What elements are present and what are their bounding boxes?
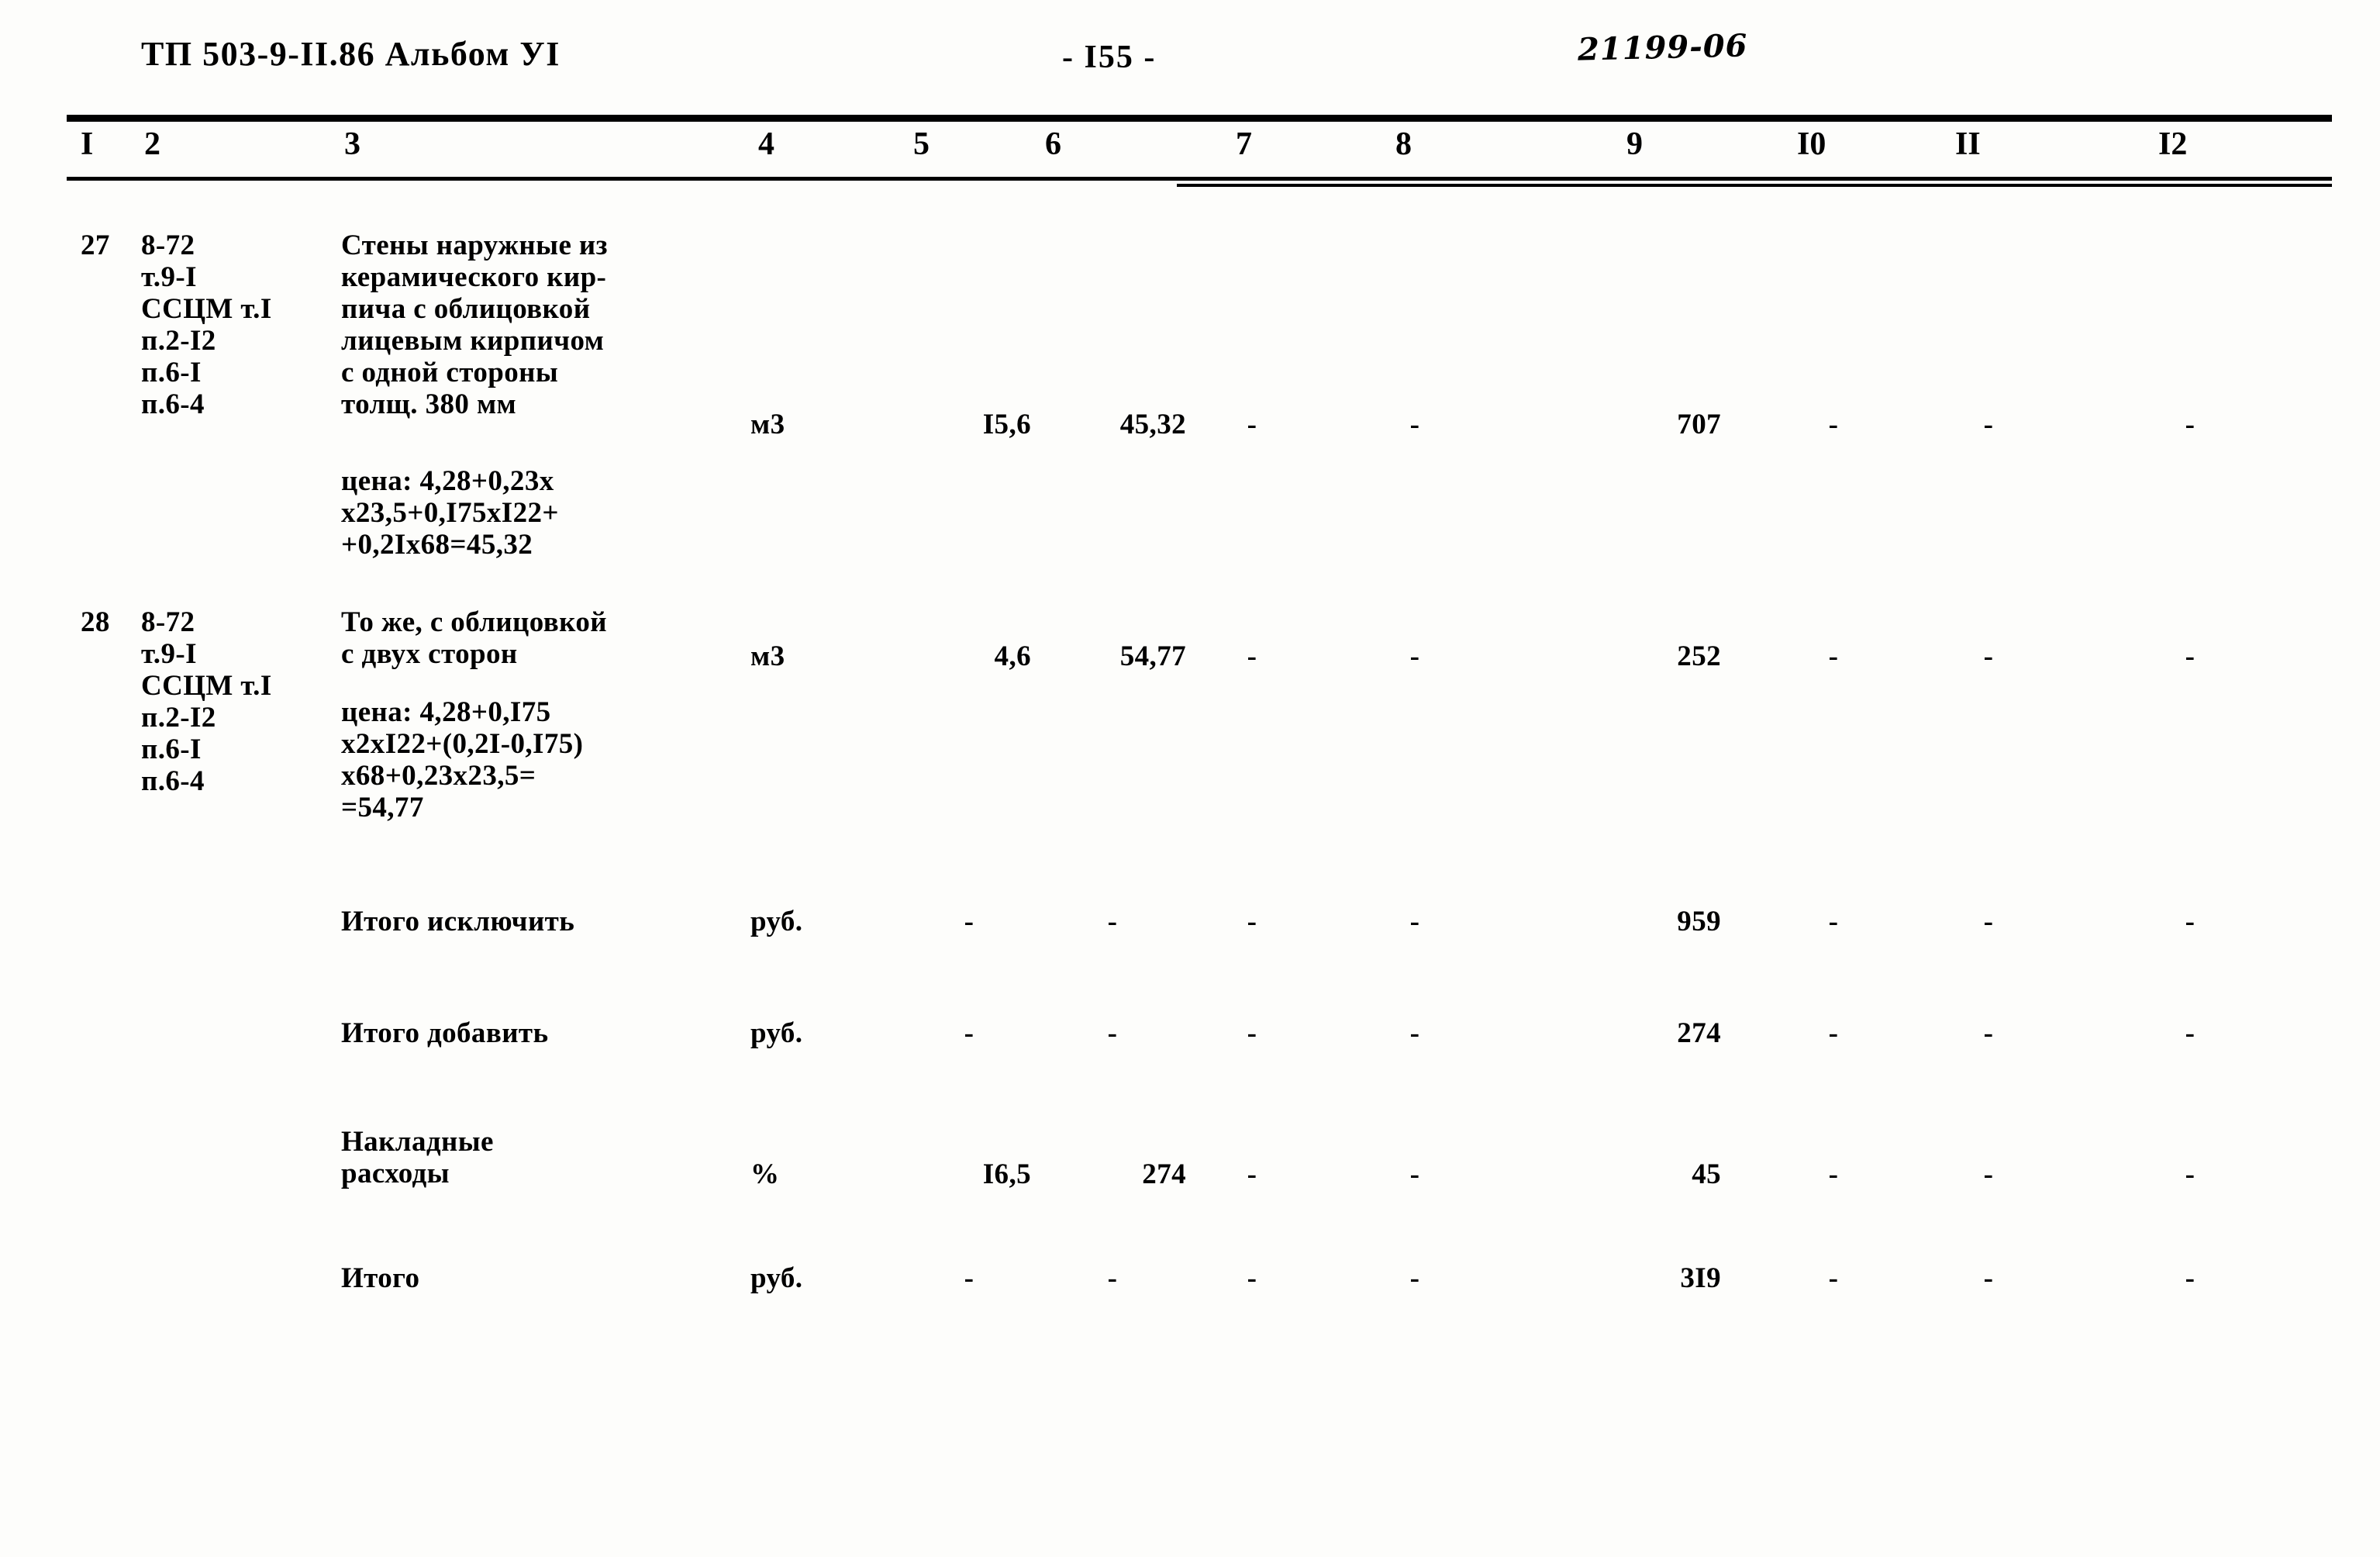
summary-col10: - (1828, 1262, 1839, 1294)
row-col7: - (1247, 409, 1257, 440)
summary-col11: - (1983, 1262, 1994, 1294)
summary-unit: руб. (750, 906, 803, 937)
summary-col5: - (964, 1262, 974, 1294)
summary-col8: - (1409, 906, 1420, 937)
row-description: Стены наружные из керамического кир- пич… (341, 230, 608, 420)
row-col8: - (1409, 409, 1420, 440)
summary-col10: - (1828, 1158, 1839, 1190)
row-price-note: цена: 4,28+0,I75 х2хI22+(0,2I-0,I75) х68… (341, 696, 584, 823)
summary-col8: - (1409, 1017, 1420, 1049)
summary-col6: - (1107, 1017, 1118, 1049)
row-col12: - (2185, 409, 2195, 440)
row-unit: м3 (750, 409, 785, 440)
row-col12: - (2185, 640, 2195, 672)
summary-col7: - (1247, 1262, 1257, 1294)
summary-col7: - (1247, 906, 1257, 937)
scanned-page: ТП 503-9-II.86 Альбом УI - I55 - 21199-0… (0, 0, 2380, 1557)
row-col7: - (1247, 640, 1257, 672)
estimate-table: 27 8-72 т.9-I ССЦМ т.I п.2-I2 п.6-I п.6-… (0, 0, 2380, 1557)
row-number: 27 (81, 230, 110, 261)
summary-col11: - (1983, 1017, 1994, 1049)
summary-col6: 274 (1142, 1158, 1186, 1190)
summary-total: 959 (1677, 906, 1721, 937)
row-col10: - (1828, 409, 1839, 440)
row-col10: - (1828, 640, 1839, 672)
summary-unit: % (750, 1158, 780, 1190)
summary-col10: - (1828, 1017, 1839, 1049)
summary-col11: - (1983, 906, 1994, 937)
row-col11: - (1983, 409, 1994, 440)
row-number: 28 (81, 606, 110, 638)
summary-col6: - (1107, 906, 1118, 937)
row-quantity: 4,6 (994, 640, 1031, 672)
summary-label: Итого (341, 1262, 420, 1294)
row-price-note: цена: 4,28+0,23х х23,5+0,I75хI22+ +0,2Iх… (341, 465, 559, 561)
row-quantity: I5,6 (982, 409, 1031, 440)
summary-col10: - (1828, 906, 1839, 937)
summary-col7: - (1247, 1017, 1257, 1049)
row-total: 707 (1677, 409, 1721, 440)
summary-unit: руб. (750, 1017, 803, 1049)
row-description: То же, с облицовкой с двух сторон (341, 606, 607, 670)
summary-col12: - (2185, 1262, 2195, 1294)
summary-col5: - (964, 906, 974, 937)
summary-col7: - (1247, 1158, 1257, 1190)
summary-col8: - (1409, 1158, 1420, 1190)
summary-col8: - (1409, 1262, 1420, 1294)
row-codes: 8-72 т.9-I ССЦМ т.I п.2-I2 п.6-I п.6-4 (141, 230, 272, 420)
row-unit: м3 (750, 640, 785, 672)
summary-label: Итого добавить (341, 1017, 549, 1049)
summary-label: Накладные расходы (341, 1126, 494, 1189)
row-col8: - (1409, 640, 1420, 672)
summary-total: 274 (1677, 1017, 1721, 1049)
summary-unit: руб. (750, 1262, 803, 1294)
summary-col11: - (1983, 1158, 1994, 1190)
summary-total: 3I9 (1680, 1262, 1721, 1294)
summary-col12: - (2185, 1158, 2195, 1190)
summary-col5: - (964, 1017, 974, 1049)
summary-col5: I6,5 (982, 1158, 1031, 1190)
row-unit-price: 45,32 (1119, 409, 1186, 440)
summary-col6: - (1107, 1262, 1118, 1294)
summary-total: 45 (1692, 1158, 1721, 1190)
row-total: 252 (1677, 640, 1721, 672)
row-codes: 8-72 т.9-I ССЦМ т.I п.2-I2 п.6-I п.6-4 (141, 606, 272, 797)
row-unit-price: 54,77 (1119, 640, 1186, 672)
summary-col12: - (2185, 906, 2195, 937)
row-col11: - (1983, 640, 1994, 672)
summary-col12: - (2185, 1017, 2195, 1049)
summary-label: Итого исключить (341, 906, 575, 937)
